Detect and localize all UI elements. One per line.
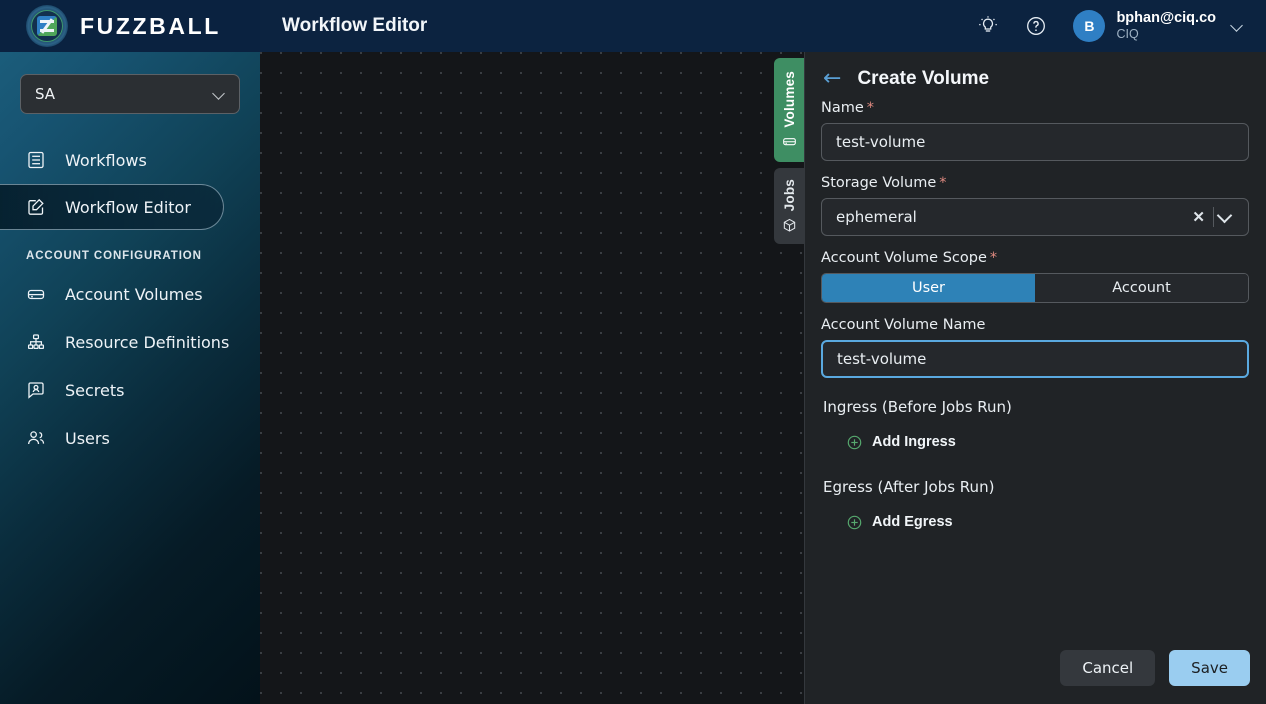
required-marker: *	[939, 175, 947, 191]
ingress-section-title: Ingress (Before Jobs Run)	[823, 398, 1012, 416]
sidebar-item-label: Workflows	[65, 150, 147, 170]
field-storage-volume-label: Storage Volume *	[821, 175, 1250, 191]
workflow-canvas[interactable]: Volumes Jobs	[260, 52, 804, 704]
user-menu[interactable]: bphan@ciq.co CIQ	[1116, 9, 1216, 43]
plus-circle-icon	[847, 435, 862, 450]
avatar[interactable]: B	[1073, 10, 1106, 42]
top-header: Workflow Editor B bphan@ciq.co CIQ	[260, 0, 1266, 52]
chevron-down-icon[interactable]	[1232, 20, 1244, 32]
body-area: Volumes Jobs ← Create Volume Name * test…	[260, 52, 1266, 704]
tab-jobs-label: Jobs	[781, 178, 797, 212]
cancel-button[interactable]: Cancel	[1060, 650, 1156, 686]
field-account-volume-name-label: Account Volume Name	[821, 317, 986, 333]
add-egress-button[interactable]: Add Egress	[847, 514, 1250, 530]
save-button[interactable]: Save	[1169, 650, 1250, 686]
create-volume-panel: ← Create Volume Name* Storage Volume*	[804, 52, 1266, 704]
tab-volumes-label: Volumes	[781, 70, 797, 128]
secret-badge-icon	[26, 380, 46, 400]
required-marker: *	[866, 100, 875, 116]
pencil-square-icon	[26, 197, 46, 217]
scope-option-account[interactable]: Account	[1035, 274, 1248, 302]
add-egress-label: Add Egress	[872, 514, 953, 530]
sidebar-item-secrets[interactable]: Secrets	[0, 366, 260, 414]
sidebar-item-label: Workflow Editor	[65, 197, 191, 217]
sidebar-item-label: Users	[65, 428, 110, 448]
add-ingress-button[interactable]: Add Ingress	[847, 434, 1250, 450]
page-title: Workflow Editor	[282, 15, 428, 36]
panel-title: Create Volume	[857, 68, 990, 89]
sidebar-item-label: Resource Definitions	[65, 332, 230, 352]
panel-tab-rail: Volumes Jobs	[774, 58, 804, 244]
sidebar-item-users[interactable]: Users	[0, 414, 260, 462]
sidebar-section-label: ACCOUNT CONFIGURATION	[26, 250, 202, 262]
field-scope-label: Account Volume Scope *	[821, 250, 1250, 266]
panel-action-bar: Cancel Save	[1060, 650, 1250, 686]
list-document-icon	[26, 150, 46, 170]
scope-segmented-control: User Account	[821, 273, 1249, 303]
fuzzball-logo-icon	[26, 5, 68, 47]
field-storage-volume-label-text: Storage Volume	[821, 175, 937, 191]
sidebar-nav: Workflows Workflow Editor ACCOUNT CONFIG…	[0, 136, 260, 462]
user-email: bphan@ciq.co	[1116, 10, 1216, 27]
sidebar-item-account-volumes[interactable]: Account Volumes	[0, 270, 260, 318]
chevron-down-icon[interactable]	[1214, 210, 1238, 224]
field-account-volume-name: Account Volume Name	[821, 317, 1250, 378]
field-account-volume-scope: Account Volume Scope * User Account	[821, 250, 1250, 303]
account-volume-name-input[interactable]	[821, 340, 1249, 378]
tab-volumes[interactable]: Volumes	[774, 58, 804, 162]
required-marker: *	[989, 250, 998, 266]
scope-option-user[interactable]: User	[822, 274, 1035, 302]
storage-volume-select[interactable]: ephemeral ✕	[821, 198, 1249, 236]
name-input[interactable]	[821, 123, 1249, 161]
drive-icon	[26, 284, 46, 304]
arrow-left-icon[interactable]: ←	[823, 68, 841, 90]
sitemap-icon	[26, 332, 46, 352]
egress-section-title: Egress (After Jobs Run)	[823, 478, 995, 496]
sidebar-item-resource-definitions[interactable]: Resource Definitions	[0, 318, 260, 366]
add-ingress-label: Add Ingress	[872, 434, 956, 450]
close-x-icon[interactable]: ✕	[1184, 208, 1213, 226]
field-storage-volume: Storage Volume * ephemeral ✕	[821, 175, 1250, 236]
chevron-down-icon	[214, 89, 225, 100]
account-selector[interactable]: SA	[20, 74, 240, 114]
field-name: Name *	[821, 100, 1250, 161]
brand-header: FUZZBALL	[0, 0, 260, 52]
user-org: CIQ	[1116, 27, 1139, 42]
sidebar: FUZZBALL SA Workflows Workflow Editor AC…	[0, 0, 260, 704]
field-name-label-text: Name	[821, 100, 864, 116]
sidebar-item-workflow-editor[interactable]: Workflow Editor	[0, 184, 224, 230]
cube-icon	[782, 218, 797, 233]
users-icon	[26, 428, 46, 448]
field-scope-label-text: Account Volume Scope	[821, 250, 987, 266]
sidebar-item-label: Secrets	[65, 380, 125, 400]
brand-name: FUZZBALL	[80, 12, 221, 39]
plus-circle-icon	[847, 515, 862, 530]
tab-jobs[interactable]: Jobs	[774, 168, 804, 244]
account-selector-value: SA	[35, 85, 56, 103]
question-circle-icon[interactable]	[1025, 15, 1047, 37]
field-name-label: Name *	[821, 100, 1250, 116]
app-root: FUZZBALL SA Workflows Workflow Editor AC…	[0, 0, 1266, 704]
main-region: Workflow Editor B bphan@ciq.co CIQ Volum…	[260, 0, 1266, 704]
sidebar-item-workflows[interactable]: Workflows	[0, 136, 260, 184]
sidebar-item-label: Account Volumes	[65, 284, 203, 304]
panel-header: ← Create Volume	[821, 52, 1250, 100]
storage-volume-value: ephemeral	[836, 208, 917, 226]
lightbulb-icon[interactable]	[977, 15, 999, 37]
drive-icon	[782, 134, 797, 149]
